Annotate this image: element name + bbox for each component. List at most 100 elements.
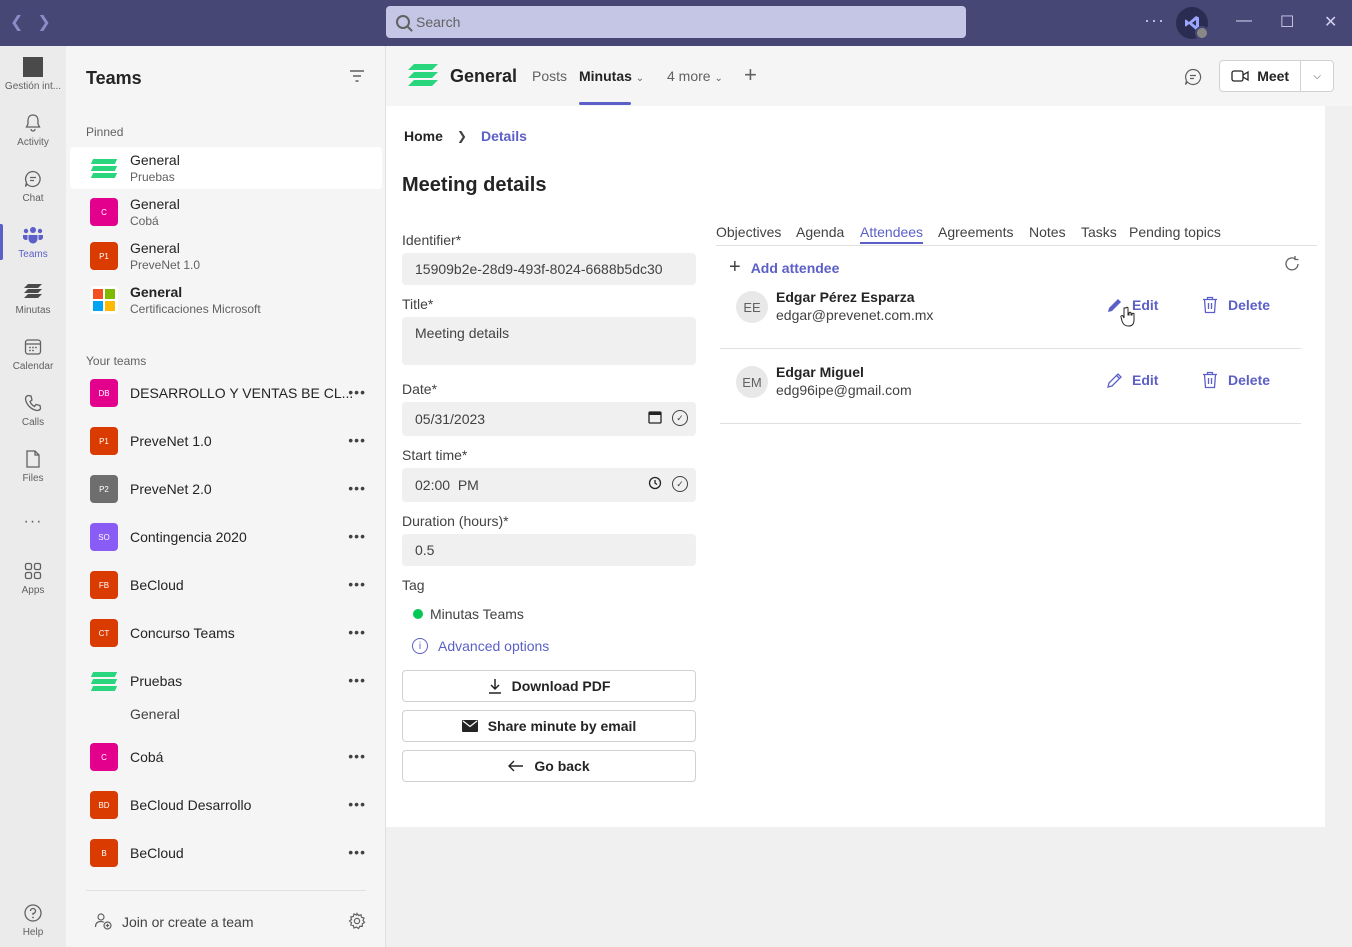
tab-agenda[interactable]: Agenda — [796, 224, 844, 240]
rail-item-calendar[interactable]: Calendar — [0, 326, 66, 382]
more-options-icon[interactable]: ••• — [348, 796, 366, 812]
more-options-icon[interactable]: ••• — [348, 672, 366, 688]
tab-minutas[interactable]: Minutas ⌄ — [579, 68, 644, 84]
team-item[interactable]: P1 PreveNet 1.0 ••• — [70, 420, 382, 462]
channel-title: General — [450, 66, 518, 86]
chat-icon — [24, 170, 41, 188]
tab-posts[interactable]: Posts — [532, 68, 567, 84]
rail-item-chat[interactable]: Chat — [0, 158, 66, 214]
rail-item-more[interactable]: ··· — [0, 494, 66, 550]
breadcrumb-home[interactable]: Home — [404, 128, 443, 144]
rail-item-help[interactable]: Help — [0, 892, 66, 947]
refresh-icon[interactable] — [1283, 255, 1301, 273]
tab-more[interactable]: 4 more ⌄ — [667, 68, 723, 84]
meet-now-button[interactable]: Meet — [1220, 61, 1302, 91]
rail-item-minutas[interactable]: Minutas — [0, 270, 66, 326]
gear-icon[interactable] — [348, 912, 366, 930]
start-time-field[interactable]: 02:00 PM ✓ — [402, 468, 696, 502]
team-item[interactable]: CT Concurso Teams ••• — [70, 612, 382, 654]
attendee-email: edgar@prevenet.com.mx — [776, 307, 934, 323]
conversation-icon[interactable] — [1184, 68, 1202, 86]
pencil-icon — [1107, 373, 1122, 388]
your-teams-label: Your teams — [86, 354, 147, 368]
more-options-icon[interactable]: ••• — [348, 844, 366, 860]
rail-item-activity[interactable]: Activity — [0, 102, 66, 158]
pinned-item-general-prevenet[interactable]: P1 General PreveNet 1.0 — [70, 235, 382, 277]
tab-attendees[interactable]: Attendees — [860, 224, 923, 240]
identifier-field[interactable]: 15909b2e-28d9-493f-8024-6688b5dc30 — [402, 253, 696, 285]
duration-label: Duration (hours)* — [402, 513, 509, 529]
team-item[interactable]: Pruebas ••• — [70, 660, 382, 702]
join-create-team-link[interactable]: Join or create a team — [122, 914, 254, 930]
team-avatar: P1 — [90, 242, 118, 270]
delete-attendee-button[interactable]: Delete — [1202, 296, 1270, 314]
download-pdf-button[interactable]: Download PDF — [402, 670, 696, 702]
team-item[interactable]: BD BeCloud Desarrollo ••• — [70, 784, 382, 826]
add-tab-icon[interactable]: + — [744, 62, 757, 88]
team-avatar: C — [90, 198, 118, 226]
video-camera-icon — [1231, 70, 1249, 82]
team-avatar: CT — [90, 619, 118, 647]
more-options-icon[interactable]: ••• — [348, 528, 366, 544]
more-options-icon[interactable]: ••• — [348, 480, 366, 496]
channel-item-general[interactable]: General — [70, 702, 382, 726]
tab-notes[interactable]: Notes — [1029, 224, 1066, 240]
clock-icon[interactable] — [648, 476, 662, 490]
filter-icon[interactable] — [350, 70, 364, 82]
tab-agreements[interactable]: Agreements — [938, 224, 1013, 240]
rail-item-teams[interactable]: Teams — [0, 214, 66, 270]
search-input[interactable]: Search — [386, 6, 966, 38]
rail-item-gestion[interactable]: Gestión int... — [0, 46, 66, 102]
rail-item-files[interactable]: Files — [0, 438, 66, 494]
team-item[interactable]: DB DESARROLLO Y VENTAS BE CL... ••• — [70, 372, 382, 414]
pinned-item-general-pruebas[interactable]: General Pruebas — [70, 147, 382, 189]
meet-button[interactable]: Meet ⌵ — [1219, 60, 1334, 92]
go-back-button[interactable]: Go back — [402, 750, 696, 782]
more-options-icon[interactable]: ••• — [348, 432, 366, 448]
team-avatar: P1 — [90, 427, 118, 455]
tab-objectives[interactable]: Objectives — [716, 224, 781, 240]
team-item[interactable]: SO Contingencia 2020 ••• — [70, 516, 382, 558]
share-email-button[interactable]: Share minute by email — [402, 710, 696, 742]
team-item[interactable]: C Cobá ••• — [70, 736, 382, 778]
forward-arrow-icon[interactable]: ❯ — [37, 12, 50, 32]
tab-pending-topics[interactable]: Pending topics — [1129, 224, 1221, 240]
stack-icon — [90, 667, 118, 695]
rail-item-calls[interactable]: Calls — [0, 382, 66, 438]
pinned-item-general-coba[interactable]: C General Cobá — [70, 191, 382, 233]
close-icon[interactable]: ✕ — [1324, 12, 1337, 32]
back-arrow-icon[interactable]: ❮ — [10, 12, 23, 32]
search-placeholder: Search — [416, 14, 461, 30]
minimize-icon[interactable]: — — [1236, 12, 1252, 30]
identifier-label: Identifier* — [402, 232, 462, 248]
calendar-icon — [24, 339, 42, 355]
nav-arrows: ❮ ❯ — [10, 12, 51, 32]
maximize-icon[interactable]: ☐ — [1280, 12, 1294, 32]
join-team-icon[interactable] — [94, 912, 112, 930]
advanced-options-link[interactable]: Advanced options — [438, 638, 549, 654]
team-item[interactable]: P2 PreveNet 2.0 ••• — [70, 468, 382, 510]
more-options-icon[interactable]: ••• — [348, 748, 366, 764]
breadcrumb-current: Details — [480, 128, 527, 144]
check-circle-icon: ✓ — [672, 410, 688, 426]
meet-dropdown-chevron-icon[interactable]: ⌵ — [1301, 61, 1333, 91]
more-options-icon[interactable]: ··· — [1144, 10, 1165, 31]
team-item[interactable]: B BeCloud ••• — [70, 832, 382, 874]
delete-attendee-button[interactable]: Delete — [1202, 371, 1270, 389]
more-options-icon[interactable]: ••• — [348, 576, 366, 592]
date-field[interactable]: 05/31/2023 ✓ — [402, 402, 696, 436]
more-options-icon[interactable]: ••• — [348, 384, 366, 400]
calendar-picker-icon[interactable] — [648, 410, 662, 424]
attendee-name: Edgar Pérez Esparza — [776, 289, 915, 305]
tab-tasks[interactable]: Tasks — [1081, 224, 1117, 240]
team-item[interactable]: FB BeCloud ••• — [70, 564, 382, 606]
rail-item-apps[interactable]: Apps — [0, 550, 66, 606]
breadcrumb: Home ❯ Details — [404, 128, 527, 144]
more-options-icon[interactable]: ••• — [348, 624, 366, 640]
duration-field[interactable]: 0.5 — [402, 534, 696, 566]
title-field[interactable]: Meeting details — [402, 317, 696, 365]
user-avatar[interactable] — [1176, 7, 1209, 40]
pinned-item-general-certificaciones[interactable]: General Certificaciones Microsoft — [70, 279, 382, 321]
attendee-row: EM Edgar Miguel edg96ipe@gmail.com Edit … — [720, 349, 1301, 424]
edit-attendee-button[interactable]: Edit — [1106, 371, 1158, 389]
